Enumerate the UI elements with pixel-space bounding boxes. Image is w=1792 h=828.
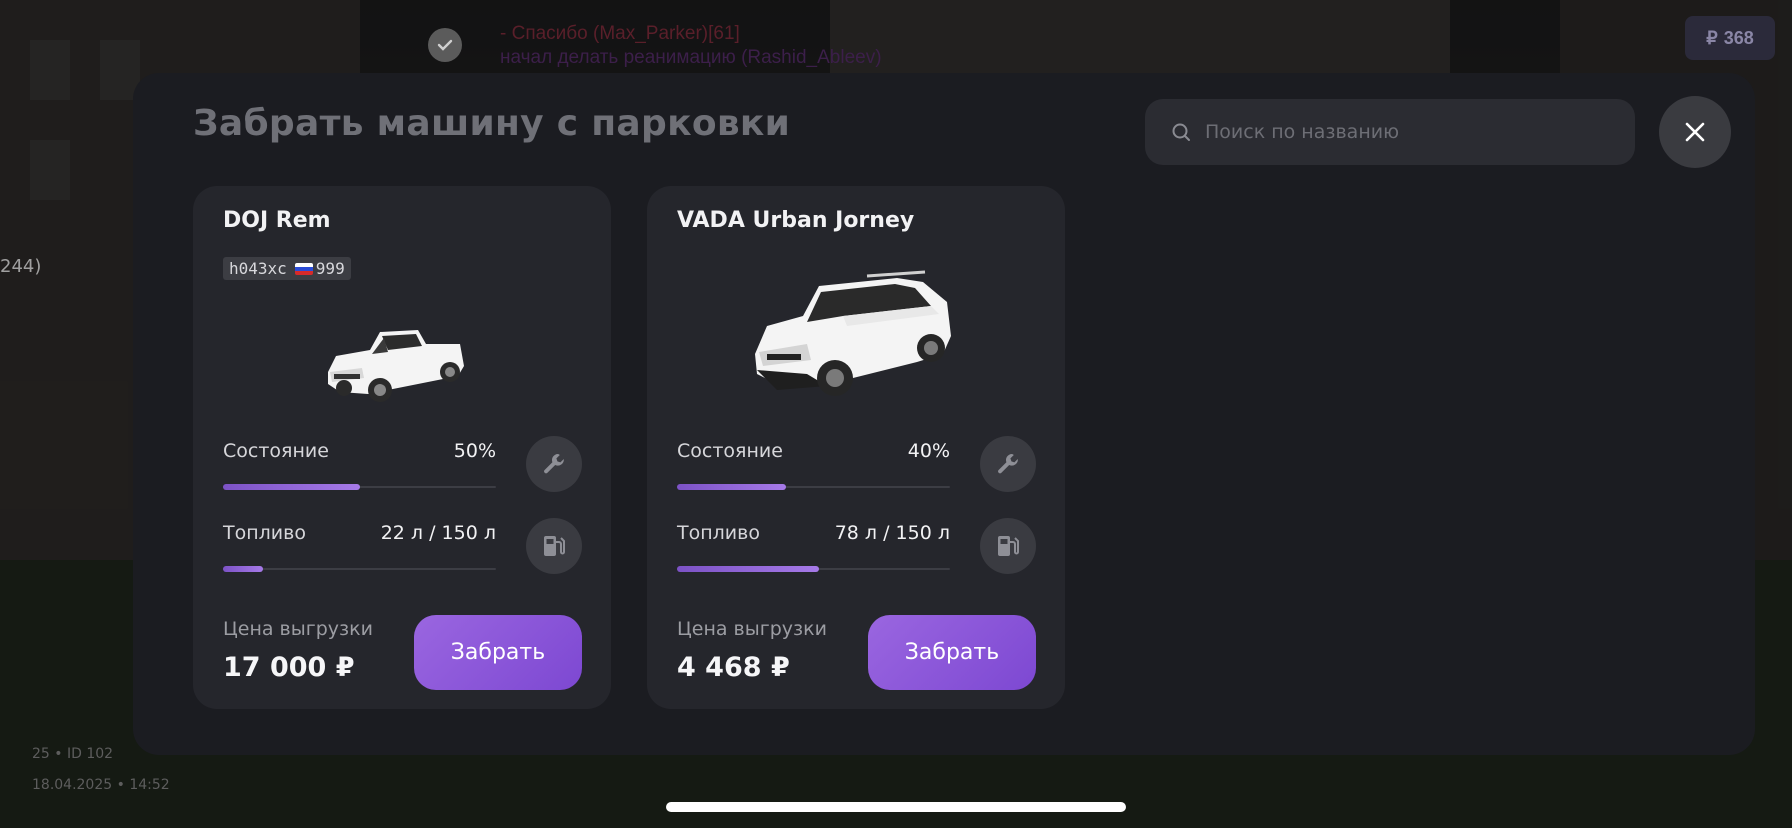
side-text: 244) <box>0 256 42 277</box>
money-badge: ₽ 368 <box>1685 16 1775 60</box>
condition-label: Состояние <box>223 440 329 462</box>
fuel-label: Топливо <box>223 522 306 544</box>
price-label: Цена выгрузки <box>677 618 827 640</box>
fuel-bar <box>223 566 496 572</box>
refuel-button[interactable] <box>526 518 582 574</box>
footer-datetime: 18.04.2025 • 14:52 <box>32 777 170 793</box>
refuel-button[interactable] <box>980 518 1036 574</box>
take-car-button[interactable]: Забрать <box>868 615 1036 690</box>
condition-value: 40% <box>907 440 950 462</box>
condition-bar-fill <box>223 484 360 490</box>
search-icon <box>1172 123 1190 141</box>
plate-region: 999 <box>315 259 345 278</box>
price-value: 17 000 ₽ <box>223 652 355 683</box>
modal-title: Забрать машину с парковки <box>193 103 791 144</box>
car-card: DOJ Rem h043xc 999 Состояние 50% Топливо… <box>193 186 611 709</box>
price-label: Цена выгрузки <box>223 618 373 640</box>
chat-message: начал делать реанимацию (Rashid_Ableev) <box>500 47 882 68</box>
plate-number: h043xc <box>229 259 287 278</box>
car-name: VADA Urban Jorney <box>677 208 915 233</box>
close-icon <box>1685 122 1705 142</box>
car-card: VADA Urban Jorney Состояние 40% Топливо … <box>647 186 1065 709</box>
search-box[interactable] <box>1145 99 1635 165</box>
fuel-value: 78 л / 150 л <box>834 522 950 544</box>
condition-label: Состояние <box>677 440 783 462</box>
fuel-pump-icon <box>998 536 1019 556</box>
price-value: 4 468 ₽ <box>677 652 790 683</box>
condition-value: 50% <box>453 440 496 462</box>
close-button[interactable] <box>1659 96 1731 168</box>
fuel-pump-icon <box>544 536 565 556</box>
ruble-icon: ₽ <box>1706 27 1718 48</box>
fuel-bar-fill <box>223 566 264 572</box>
parking-modal: Забрать машину с парковки DOJ Rem h043xc… <box>133 73 1755 755</box>
money-amount: 368 <box>1723 27 1754 48</box>
fuel-bar-fill <box>677 566 819 572</box>
fuel-bar <box>677 566 950 572</box>
russia-flag-icon <box>294 262 313 275</box>
wrench-icon <box>998 453 1018 474</box>
take-car-button[interactable]: Забрать <box>414 615 582 690</box>
chat-icon[interactable] <box>428 28 462 62</box>
license-plate: h043xc 999 <box>223 257 351 280</box>
wrench-icon <box>544 453 564 474</box>
car-name: DOJ Rem <box>223 208 331 233</box>
repair-button[interactable] <box>980 436 1036 492</box>
condition-bar <box>677 484 950 490</box>
repair-button[interactable] <box>526 436 582 492</box>
fuel-value: 22 л / 150 л <box>380 522 496 544</box>
footer-id: 25 • ID 102 <box>32 746 114 762</box>
check-icon <box>437 39 453 51</box>
suv-image <box>755 270 951 396</box>
home-indicator[interactable] <box>666 802 1126 812</box>
search-input[interactable] <box>1205 121 1605 143</box>
condition-bar-fill <box>677 484 787 490</box>
condition-bar <box>223 484 496 490</box>
fuel-label: Топливо <box>677 522 760 544</box>
chat-message: - Спасибо (Max_Parker)[61] <box>500 23 740 44</box>
pickup-truck-image <box>328 330 464 402</box>
chat-feed: - Спасибо (Max_Parker)[61] начал делать … <box>500 22 882 70</box>
